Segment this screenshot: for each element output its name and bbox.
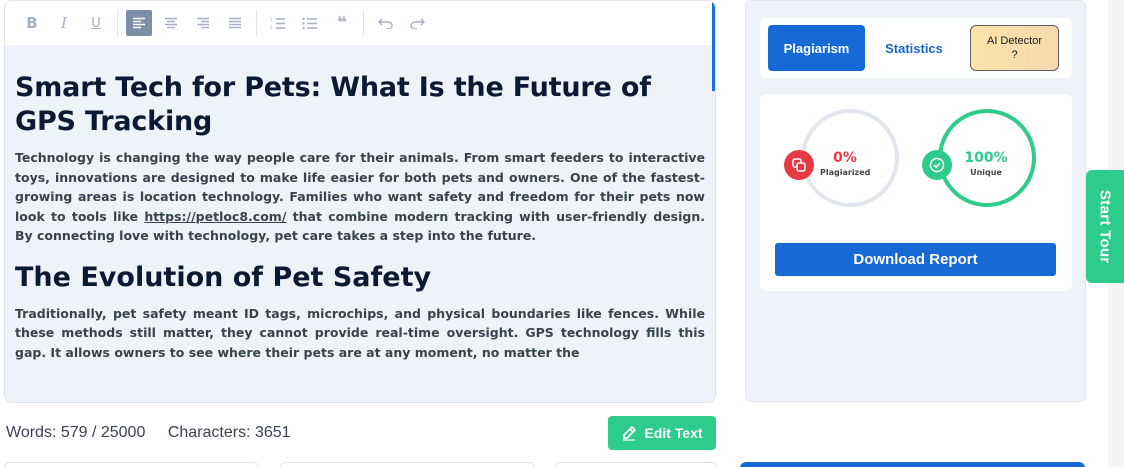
align-left-icon: [133, 17, 145, 29]
align-right-button[interactable]: [190, 10, 216, 36]
tab-ai-detector[interactable]: AI Detector ?: [970, 25, 1059, 71]
article-heading: The Evolution of Pet Safety: [15, 261, 432, 293]
undo-icon: [377, 18, 393, 29]
toolbar-divider: [363, 10, 364, 36]
italic-icon: I: [61, 14, 67, 32]
editor-status: Words: 579 / 25000 Characters: 3651: [6, 424, 309, 442]
bottom-card: [280, 462, 535, 467]
result-card: 0% Plagiarized 100% Unique Download Repo…: [760, 94, 1072, 291]
bullet-list-button[interactable]: [297, 10, 323, 36]
plagiarized-label: Plagiarized: [820, 168, 871, 177]
article-title: Smart Tech for Pets: What Is the Future …: [15, 72, 651, 137]
character-count: Characters: 3651: [167, 424, 291, 441]
bold-button[interactable]: B: [19, 10, 45, 36]
tab-plagiarism[interactable]: Plagiarism: [768, 25, 865, 71]
redo-icon: [409, 18, 425, 29]
unique-label: Unique: [970, 168, 1002, 177]
redo-button[interactable]: [404, 10, 430, 36]
help-icon: ?: [1011, 49, 1018, 61]
results-tabs: Plagiarism Statistics AI Detector ?: [760, 18, 1072, 78]
ordered-list-button[interactable]: 12: [265, 10, 291, 36]
editor-scrollbar[interactable]: [712, 1, 715, 91]
toolbar-divider: [117, 10, 118, 36]
bottom-card: [555, 462, 717, 467]
underline-icon: U: [91, 15, 101, 31]
bullet-list-icon: [302, 17, 317, 29]
start-tour-label: Start Tour: [1096, 189, 1114, 264]
align-justify-button[interactable]: [222, 10, 248, 36]
bottom-card-primary[interactable]: [740, 462, 1085, 467]
article-paragraph: Technology is changing the way people ca…: [15, 148, 705, 246]
align-center-icon: [165, 17, 177, 29]
editor-content[interactable]: Smart Tech for Pets: What Is the Future …: [15, 71, 705, 362]
tab-statistics[interactable]: Statistics: [873, 25, 955, 71]
article-paragraph: Traditionally, pet safety meant ID tags,…: [15, 305, 705, 360]
copy-icon: [784, 150, 814, 180]
start-tour-button[interactable]: Start Tour: [1086, 170, 1124, 283]
check-circle-icon: [922, 150, 952, 180]
article-link[interactable]: https://petloc8.com/: [144, 209, 286, 224]
plagiarized-percent: 0%: [833, 150, 857, 166]
underline-button[interactable]: U: [83, 10, 109, 36]
svg-text:1: 1: [270, 17, 273, 22]
align-justify-icon: [229, 17, 241, 29]
text-editor[interactable]: B I U 12 ❝ Smart Tech for Pets: What Is …: [4, 0, 716, 403]
svg-text:2: 2: [270, 25, 273, 30]
align-center-button[interactable]: [158, 10, 184, 36]
results-panel: Plagiarism Statistics AI Detector ? 0% P…: [745, 0, 1086, 402]
align-left-button[interactable]: [126, 10, 152, 36]
unique-percent: 100%: [964, 150, 1008, 166]
ordered-list-icon: 12: [270, 17, 285, 30]
edit-icon: [623, 426, 637, 441]
italic-button[interactable]: I: [51, 10, 77, 36]
undo-button[interactable]: [372, 10, 398, 36]
edit-text-label: Edit Text: [644, 425, 703, 441]
blockquote-button[interactable]: ❝: [329, 10, 355, 36]
download-report-button[interactable]: Download Report: [775, 243, 1056, 276]
edit-text-button[interactable]: Edit Text: [608, 416, 716, 450]
bold-icon: B: [26, 14, 38, 32]
ai-detector-label: AI Detector: [986, 35, 1043, 47]
editor-toolbar: B I U 12 ❝: [5, 1, 715, 45]
word-count: Words: 579 / 25000: [6, 424, 146, 441]
quote-icon: ❝: [337, 13, 347, 33]
toolbar-divider: [256, 10, 257, 36]
bottom-card: [4, 462, 259, 467]
align-right-icon: [197, 17, 209, 29]
